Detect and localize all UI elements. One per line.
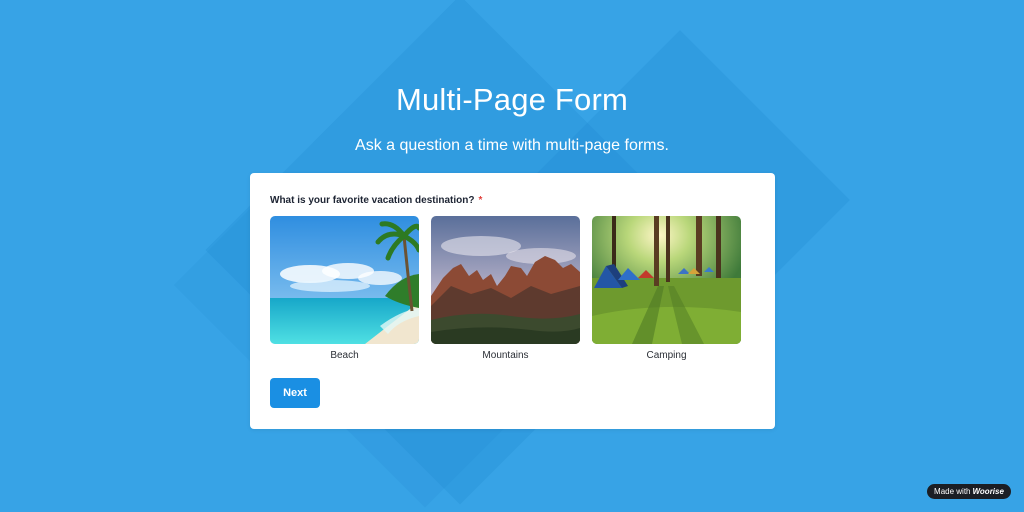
beach-image [270, 216, 419, 344]
page-title: Multi-Page Form [395, 82, 629, 117]
choice-label: Mountains [482, 350, 529, 361]
made-with-text: Made with [934, 487, 971, 496]
camping-image [592, 216, 741, 344]
choice-mountains[interactable]: Mountains [431, 216, 580, 361]
choice-label: Camping [646, 350, 687, 361]
mountains-image [431, 216, 580, 344]
choice-beach[interactable]: Beach [270, 216, 419, 361]
question-text: What is your favorite vacation destinati… [270, 195, 475, 206]
page-subtitle: Ask a question a time with multi-page fo… [355, 137, 669, 154]
brand-logo: Woorise [972, 487, 1004, 496]
form-card: What is your favorite vacation destinati… [250, 173, 775, 429]
question-label: What is your favorite vacation destinati… [270, 195, 482, 206]
next-button[interactable]: Next [270, 378, 320, 408]
choice-camping[interactable]: Camping [592, 216, 741, 361]
required-asterisk: * [478, 195, 483, 206]
made-with-badge[interactable]: Made with Woorise [927, 484, 1011, 499]
choice-label: Beach [330, 350, 359, 361]
